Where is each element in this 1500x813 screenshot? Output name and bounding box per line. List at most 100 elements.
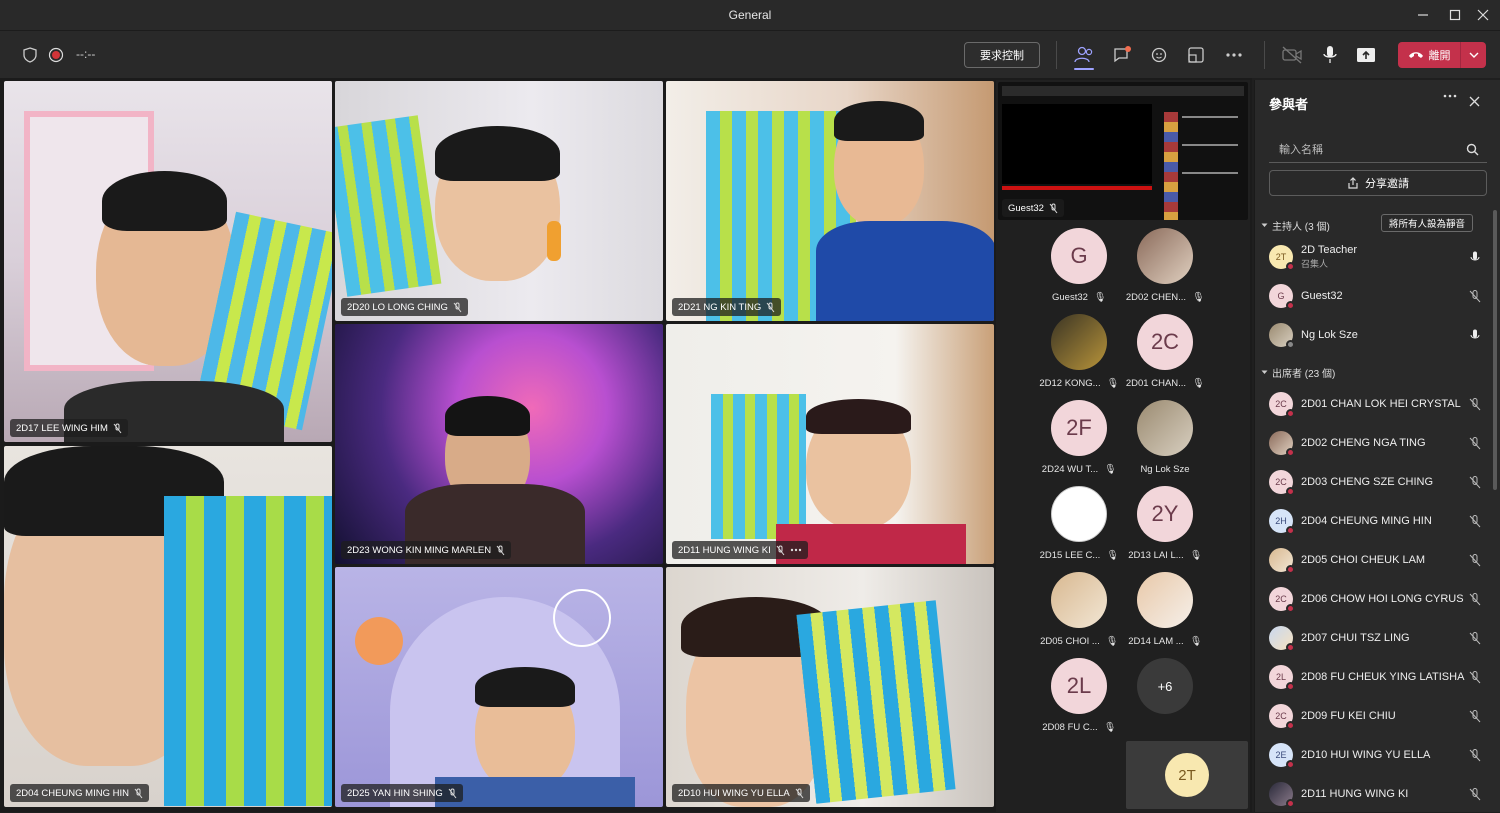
video-tile[interactable]: 2D21 NG KIN TING [666, 81, 994, 321]
recording-icon [44, 43, 68, 67]
more-options-icon[interactable] [1443, 94, 1457, 98]
rooms-icon[interactable] [1184, 43, 1208, 67]
roster-tile[interactable]: 2D15 LEE C... 🎙 [1036, 486, 1122, 561]
share-icon [1348, 177, 1358, 189]
more-options-icon[interactable] [1222, 43, 1246, 67]
roster-tile[interactable]: G Guest32 🎙 [1036, 228, 1122, 303]
organizers-section-header[interactable]: 主持人 (3 個) [1261, 218, 1330, 233]
participant-name: Ng Lok Sze [1301, 329, 1358, 341]
roster-tile[interactable]: Ng Lok Sze [1122, 400, 1208, 475]
participant-name: 2D03 CHENG SZE CHING [1301, 476, 1434, 488]
leave-button[interactable]: 離開 [1398, 42, 1486, 68]
chevron-down-icon[interactable] [1461, 42, 1486, 68]
participant-row[interactable]: 2C 2D09 FU KEI CHIU [1269, 697, 1485, 735]
participant-row[interactable]: 2E 2D10 HUI WING YU ELLA [1269, 736, 1485, 774]
roster-tile[interactable]: 2F 2D24 WU T... 🎙 [1036, 400, 1122, 475]
participant-row[interactable]: 2H 2D04 CHEUNG MING HIN [1269, 502, 1485, 540]
roster-tile[interactable]: 2Y 2D13 LAI L... 🎙 [1122, 486, 1208, 561]
chat-icon[interactable] [1110, 43, 1134, 67]
video-tile[interactable]: 2D11 HUNG WING KI [666, 324, 994, 564]
mic-muted-icon: 🎙 [1104, 464, 1117, 475]
participant-name: 2D21 NG KIN TING [678, 301, 762, 313]
chevron-down-icon [1261, 370, 1268, 374]
participant-name: 2D07 CHUI TSZ LING [1301, 632, 1410, 644]
minimize-button[interactable] [1406, 0, 1440, 30]
window-title: General [728, 8, 772, 22]
roster-name: 2D12 KONG... [1039, 378, 1101, 389]
mic-muted-icon [453, 302, 462, 312]
participant-row[interactable]: 2L 2D08 FU CHEUK YING LATISHA [1269, 658, 1485, 696]
roster-tile[interactable]: 2D12 KONG... 🎙 [1036, 314, 1122, 389]
participants-icon[interactable] [1072, 43, 1096, 70]
close-window-button[interactable] [1466, 0, 1500, 30]
camera-off-icon[interactable] [1280, 43, 1304, 67]
video-tile[interactable]: 2D25 YAN HIN SHING [335, 567, 663, 807]
mute-all-button[interactable]: 將所有人設為靜音 [1381, 214, 1473, 232]
shield-icon[interactable] [18, 43, 42, 67]
reactions-icon[interactable] [1148, 43, 1172, 67]
avatar: G [1269, 284, 1295, 310]
roster-tile[interactable]: 2D05 CHOI ... 🎙 [1036, 572, 1122, 647]
mic-muted-icon [1465, 289, 1485, 303]
share-screen-icon[interactable] [1354, 43, 1378, 67]
roster-tile[interactable]: 2D14 LAM ... 🎙 [1122, 572, 1208, 647]
roster-tile[interactable]: 2D02 CHEN... 🎙 [1122, 228, 1208, 303]
participant-row[interactable]: G Guest32 [1269, 277, 1485, 315]
more-options-icon[interactable] [790, 548, 802, 552]
participant-name: 2D06 CHOW HOI LONG CYRUS [1301, 593, 1464, 605]
roster-tile[interactable]: 2C 2D01 CHAN... 🎙 [1122, 314, 1208, 389]
more-participants-tile[interactable]: +6 [1122, 658, 1208, 714]
toolbar-divider [1056, 41, 1057, 69]
share-invite-button[interactable]: 分享邀請 [1269, 170, 1487, 196]
search-icon [1466, 143, 1479, 156]
participant-name: 2D01 CHAN LOK HEI CRYSTAL [1301, 398, 1461, 410]
video-tile[interactable]: 2D04 CHEUNG MING HIN [4, 446, 332, 807]
mic-muted-icon [1465, 748, 1485, 762]
mic-muted-icon: 🎙 [1189, 550, 1202, 561]
participant-name: 2D17 LEE WING HIM [16, 422, 108, 434]
participant-row[interactable]: 2D05 CHOI CHEUK LAM [1269, 541, 1485, 579]
mic-muted-icon [1465, 553, 1485, 567]
microphone-icon[interactable] [1318, 43, 1342, 67]
mic-muted-icon: 🎙 [1106, 550, 1119, 561]
title-bar: General [0, 0, 1500, 30]
avatar: 2C [1269, 392, 1295, 418]
roster-tile[interactable]: 2L 2D08 FU C... 🎙 [1036, 658, 1122, 733]
panel-scrollbar[interactable] [1493, 210, 1497, 490]
participant-name-tag: 2D21 NG KIN TING [672, 298, 782, 316]
mic-muted-icon: 🎙 [1189, 636, 1202, 647]
mic-muted-icon [1465, 592, 1485, 606]
participant-row[interactable]: 2T 2D Teacher 召集人 [1269, 238, 1485, 276]
participant-name: 2D04 CHEUNG MING HIN [16, 787, 129, 799]
roster-name: 2D15 LEE C... [1039, 550, 1101, 561]
avatar: 2F [1051, 400, 1107, 456]
mic-muted-icon [795, 788, 804, 798]
close-panel-icon[interactable] [1469, 96, 1480, 107]
participant-row[interactable]: 2C 2D06 CHOW HOI LONG CYRUS [1269, 580, 1485, 618]
participant-row[interactable]: Ng Lok Sze [1269, 316, 1485, 354]
roster-name: Guest32 [1052, 292, 1088, 303]
video-tile[interactable]: 2D20 LO LONG CHING [335, 81, 663, 321]
video-tile[interactable]: 2D23 WONG KIN MING MARLEN [335, 324, 663, 564]
participant-search-input[interactable]: 輸入名稱 [1269, 135, 1487, 163]
participant-row[interactable]: 2C 2D01 CHAN LOK HEI CRYSTAL [1269, 385, 1485, 423]
video-tile[interactable]: 2D10 HUI WING YU ELLA [666, 567, 994, 807]
participant-row[interactable]: 2D11 HUNG WING KI [1269, 775, 1485, 813]
participant-row[interactable]: 2D02 CHENG NGA TING [1269, 424, 1485, 462]
self-view-tile[interactable]: 2T [1126, 741, 1248, 809]
attendees-section-header[interactable]: 出席者 (23 個) [1261, 365, 1335, 380]
video-tile[interactable]: 2D17 LEE WING HIM [4, 81, 332, 442]
leave-main[interactable]: 離開 [1398, 42, 1460, 68]
request-control-button[interactable]: 要求控制 [964, 42, 1040, 68]
participant-row[interactable]: 2C 2D03 CHENG SZE CHING [1269, 463, 1485, 501]
screen-share-tile[interactable]: Guest32 [998, 82, 1248, 220]
participant-name: 2D02 CHENG NGA TING [1301, 437, 1426, 449]
roster-name: 2D02 CHEN... [1125, 292, 1187, 303]
participant-name: Guest32 [1008, 202, 1044, 214]
mic-muted-icon [1465, 670, 1485, 684]
participant-name: 2D20 LO LONG CHING [347, 301, 448, 313]
participant-name: 2D Teacher [1301, 244, 1358, 256]
participant-name: 2D09 FU KEI CHIU [1301, 710, 1396, 722]
microphone-icon [1465, 251, 1485, 264]
participant-row[interactable]: 2D07 CHUI TSZ LING [1269, 619, 1485, 657]
